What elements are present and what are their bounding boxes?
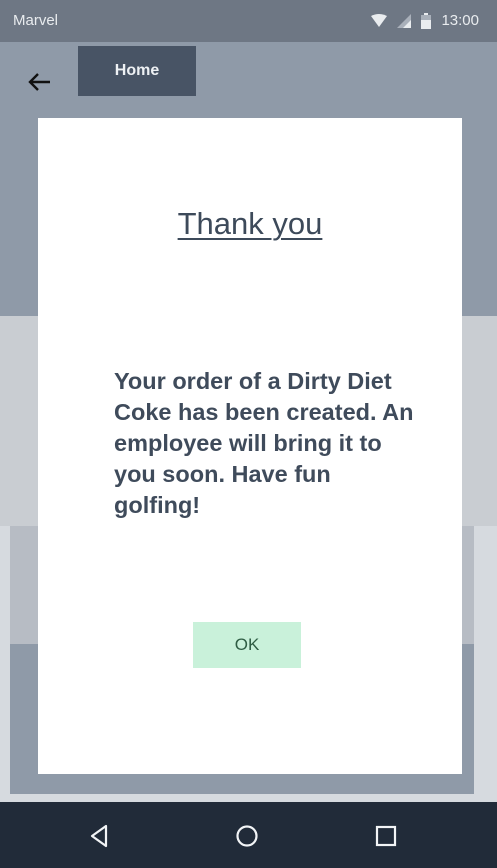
dialog-title: Thank you <box>177 206 323 241</box>
status-time: 13:00 <box>441 12 479 29</box>
status-icons: 13:00 <box>371 12 479 29</box>
ok-button[interactable]: OK <box>193 622 301 668</box>
back-button[interactable] <box>24 66 56 98</box>
wifi-icon <box>371 13 388 27</box>
nav-home-button[interactable] <box>233 822 261 850</box>
nav-back-button[interactable] <box>86 822 114 850</box>
dialog-message: Your order of a Dirty Diet Coke has been… <box>114 368 414 518</box>
nav-recents-button[interactable] <box>372 822 400 850</box>
signal-icon <box>397 13 412 28</box>
app-header: Home <box>0 42 497 114</box>
status-bar: Marvel 13:00 <box>0 0 497 42</box>
arrow-left-icon <box>28 73 50 91</box>
status-app-name: Marvel <box>13 12 59 29</box>
confirmation-dialog: Thank you Your order of a Dirty Diet Cok… <box>38 118 462 774</box>
battery-icon <box>421 12 432 29</box>
home-button[interactable]: Home <box>78 46 196 96</box>
navigation-bar <box>0 802 497 868</box>
recents-square-icon <box>375 825 397 847</box>
back-triangle-icon <box>90 824 108 848</box>
home-circle-icon <box>236 825 258 847</box>
